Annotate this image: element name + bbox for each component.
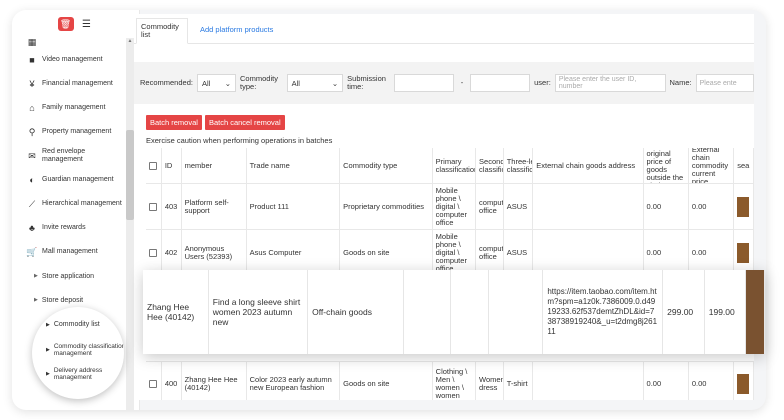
highlighted-table-row[interactable]: Zhang Hee Hee (40142) Find a long sleeve… (143, 270, 766, 354)
tab-commodity-list[interactable]: Commodity list (136, 18, 188, 44)
caret-right-icon: ▶ (46, 321, 50, 328)
row-member: Zhang Hee Hee (40142) (143, 270, 209, 354)
submission-start-input[interactable] (393, 74, 455, 92)
sidebar-scrollbar-thumb[interactable] (126, 130, 134, 220)
sidebar-item-label: Family management (42, 104, 106, 111)
sidebar-item-label: Hierarchical management (42, 200, 122, 207)
zoom-magnifier: ▶ Commodity list ▶ Commodity classificat… (32, 307, 124, 399)
sidebar-subsubitem-commodity-classification[interactable]: ▶ Commodity classification management (46, 343, 124, 357)
sidebar-item-mall[interactable]: 🛒 Mall management › (12, 240, 139, 264)
chevron-down-icon: ⌄ (224, 78, 232, 88)
product-thumbnail[interactable] (746, 270, 765, 354)
red-envelope-icon: ✉ (28, 150, 36, 161)
row-checkbox[interactable] (149, 379, 158, 388)
list-icon[interactable]: ☰ (80, 17, 94, 31)
sidebar-item-property[interactable]: ⚲ Property management › (12, 120, 139, 144)
sidebar-item-red-envelope[interactable]: ✉ Red envelope management (12, 144, 139, 168)
row-trade-name: Find a long sleeve shirt women 2023 autu… (209, 270, 309, 354)
tab-bar: Commodity list Add platform products (134, 14, 754, 44)
product-thumbnail[interactable] (737, 242, 750, 263)
table-row[interactable]: 403 Platform self-support Product 111 Pr… (146, 184, 754, 230)
sidebar-item-label: Red envelope management (42, 148, 86, 163)
grid-icon: ▦ (27, 36, 37, 47)
sidebar-item-family[interactable]: ⌂ Family management › (12, 96, 139, 120)
submission-time-label: Submission time: (347, 74, 386, 91)
row-commodity-type: Off-chain goods (308, 270, 404, 354)
cart-icon: 🛒 (26, 246, 38, 257)
recommended-select[interactable]: All ⌄ (196, 74, 237, 92)
table-header: ID member Trade name Commodity type Prim… (146, 148, 754, 184)
sidebar-item-label: Guardian management (42, 176, 114, 183)
table-row[interactable]: 400 Zhang Hee Hee (40142) Color 2023 ear… (146, 362, 754, 400)
shield-icon: ◐ (29, 175, 35, 185)
sidebar-item-partial[interactable]: ▦ › (12, 36, 139, 48)
name-label: Name: (669, 78, 692, 87)
batch-removal-button[interactable]: Batch removal (146, 115, 202, 130)
batch-actions: Batch removal Batch cancel removal (146, 115, 285, 130)
filter-bar: Recommended: All ⌄ Commodity type: All ⌄… (134, 62, 754, 104)
user-id-input[interactable]: Please enter the user ID, number (554, 74, 666, 92)
sidebar-item-label: Mall management (42, 248, 98, 255)
name-input[interactable]: Please ente (695, 74, 754, 92)
family-icon: ⌂ (29, 103, 35, 113)
sidebar-item-label: Video management (42, 56, 103, 63)
row-external-address[interactable]: https://item.taobao.com/item.htm?spm=a1z… (543, 270, 664, 354)
video-icon: ■ (29, 55, 35, 65)
caret-right-icon: ▶ (34, 297, 38, 303)
sidebar-item-invite[interactable]: ♣ Invite rewards › (12, 216, 139, 240)
chevron-down-icon: ⌄ (331, 78, 339, 88)
people-icon: ♣ (29, 223, 35, 233)
sidebar-scrollbar[interactable] (126, 38, 134, 410)
caret-right-icon: ▶ (34, 273, 38, 279)
row-checkbox[interactable] (149, 248, 158, 257)
product-thumbnail[interactable] (737, 373, 750, 394)
row-checkbox[interactable] (149, 202, 158, 211)
row-original-price: 299.00 (663, 270, 705, 354)
recommended-label: Recommended: (140, 78, 193, 87)
sidebar-item-video[interactable]: ■ Video management › (12, 48, 139, 72)
caret-right-icon: ▶ (46, 370, 50, 377)
batch-caution-text: Exercise caution when performing operati… (146, 136, 333, 145)
batch-cancel-removal-button[interactable]: Batch cancel removal (204, 115, 285, 130)
commodity-type-label: Commodity type: (240, 74, 278, 91)
sidebar-item-label: Property management (42, 128, 112, 135)
sidebar-item-guardian[interactable]: ◐ Guardian management (12, 168, 139, 192)
bicycle-icon: ⚲ (28, 126, 36, 137)
yen-icon: ¥ (29, 79, 35, 89)
tab-add-platform-products[interactable]: Add platform products (196, 16, 277, 42)
chart-icon: ⟋ (28, 198, 36, 209)
select-all-checkbox[interactable] (149, 161, 158, 170)
user-label: user: (534, 78, 551, 87)
sidebar-subsubitem-commodity-list[interactable]: ▶ Commodity list (46, 321, 100, 328)
sidebar-subitem-store-application[interactable]: ▶ Store application (12, 264, 139, 288)
row-current-price: 199.00 (705, 270, 747, 354)
commodity-type-select[interactable]: All ⌄ (286, 74, 344, 92)
sidebar-toolbar: 🗑 ☰ (12, 10, 139, 38)
product-thumbnail[interactable] (737, 196, 750, 217)
submission-end-input[interactable] (469, 74, 531, 92)
scroll-up-icon[interactable]: ▲ (126, 38, 134, 46)
sidebar-item-label: Invite rewards (42, 224, 86, 231)
sidebar-subsubitem-delivery-address[interactable]: ▶ Delivery address management (46, 367, 120, 381)
sidebar-item-financial[interactable]: ¥ Financial management › (12, 72, 139, 96)
sidebar-item-hierarchical[interactable]: ⟋ Hierarchical management › (12, 192, 139, 216)
sidebar-item-label: Financial management (42, 80, 113, 87)
caret-right-icon: ▶ (46, 346, 50, 353)
trash-icon[interactable]: 🗑 (57, 17, 74, 31)
